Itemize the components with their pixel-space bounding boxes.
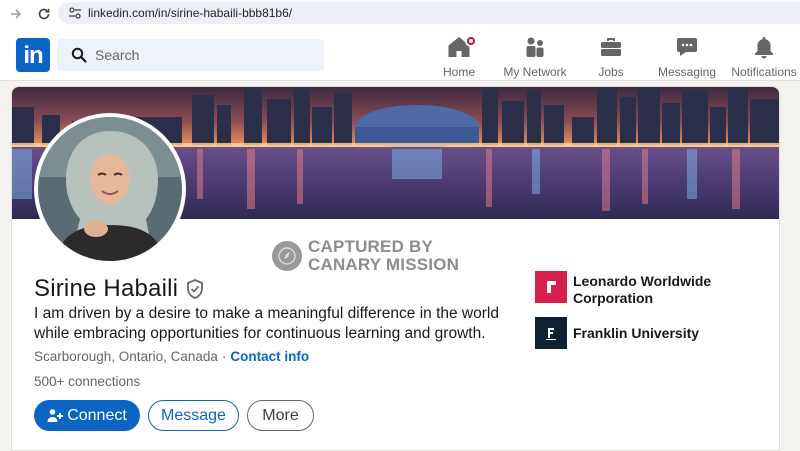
notification-dot [465, 35, 477, 47]
nav-home-label: Home [442, 65, 475, 79]
network-icon [523, 35, 547, 59]
profile-photo[interactable] [34, 113, 186, 265]
nav-notifications[interactable]: Notifications [731, 35, 797, 79]
linkedin-header: in Home My Network Jobs Messaging [0, 27, 800, 81]
back-button[interactable] [2, 2, 30, 26]
contact-info-link[interactable]: Contact info [230, 349, 309, 364]
message-icon [675, 35, 699, 59]
more-button[interactable]: More [247, 400, 314, 431]
leonardo-logo-icon [535, 271, 567, 303]
watermark-line-1: CAPTURED BY [308, 237, 433, 256]
browser-toolbar: linkedin.com/in/sirine-habaili-bbb81b6/ [0, 0, 800, 27]
education-name: Franklin University [573, 325, 700, 341]
address-bar[interactable]: linkedin.com/in/sirine-habaili-bbb81b6/ [58, 2, 800, 24]
profile-name: Sirine Habaili [34, 275, 179, 302]
nav-jobs-label: Jobs [598, 65, 624, 79]
verified-shield-icon[interactable] [186, 279, 204, 299]
experience-item[interactable]: Leonardo Worldwide Corporation [535, 271, 775, 307]
site-settings-icon[interactable] [64, 7, 86, 19]
url-text: linkedin.com/in/sirine-habaili-bbb81b6/ [88, 6, 293, 20]
arrow-right-icon [11, 8, 22, 19]
nav-my-network[interactable]: My Network [502, 35, 568, 79]
connect-button[interactable]: Connect [34, 400, 140, 431]
connections-count: 500+ connections [34, 374, 141, 389]
nav-jobs[interactable]: Jobs [595, 35, 627, 79]
reload-icon [38, 8, 50, 19]
watermark: CAPTURED BY CANARY MISSION [272, 238, 459, 274]
nav-messaging[interactable]: Messaging [657, 35, 717, 79]
separator-dot: · [221, 349, 227, 364]
add-person-icon [47, 408, 64, 424]
linkedin-logo[interactable]: in [16, 38, 50, 72]
profile-card: CAPTURED BY CANARY MISSION Sirine Habail… [11, 86, 780, 451]
canary-seal-icon [272, 241, 302, 271]
experience-list: Leonardo Worldwide Corporation Franklin … [535, 271, 775, 359]
search-input[interactable] [95, 47, 295, 63]
reload-button[interactable] [30, 2, 58, 26]
nav-my-network-label: My Network [503, 65, 567, 79]
nav-home[interactable]: Home [441, 35, 477, 79]
franklin-logo-icon [535, 317, 567, 349]
search-box[interactable] [57, 39, 324, 71]
home-icon [447, 35, 477, 59]
search-icon [71, 47, 87, 63]
watermark-line-2: CANARY MISSION [308, 255, 460, 274]
nav-messaging-label: Messaging [657, 65, 717, 79]
bell-icon [752, 35, 776, 59]
connect-label: Connect [67, 406, 127, 424]
nav-notifications-label: Notifications [731, 65, 797, 79]
education-item[interactable]: Franklin University [535, 317, 775, 349]
experience-name: Leonardo Worldwide Corporation [573, 273, 712, 306]
profile-location: Scarborough, Ontario, Canada [34, 349, 218, 364]
briefcase-icon [599, 35, 623, 59]
message-button[interactable]: Message [148, 400, 239, 431]
profile-headline: I am driven by a desire to make a meanin… [34, 305, 499, 342]
